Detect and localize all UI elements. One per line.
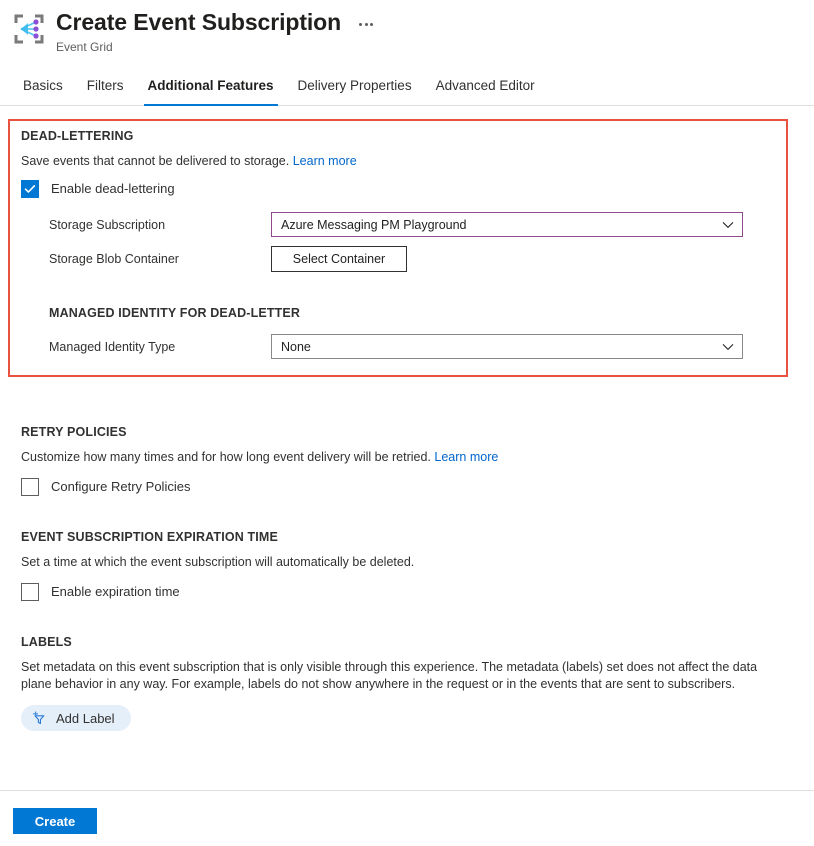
retry-policies-description-text: Customize how many times and for how lon… [21, 450, 431, 464]
page-title: Create Event Subscription [56, 9, 342, 35]
enable-expiration-time-checkbox[interactable] [21, 583, 39, 601]
enable-expiration-time-label: Enable expiration time [51, 584, 180, 599]
retry-policies-description: Customize how many times and for how lon… [21, 449, 781, 466]
managed-identity-title: MANAGED IDENTITY FOR DEAD-LETTER [49, 306, 301, 320]
more-menu-button[interactable] [355, 17, 377, 32]
tab-additional-features[interactable]: Additional Features [136, 71, 286, 106]
configure-retry-policies-checkbox[interactable] [21, 478, 39, 496]
labels-title: LABELS [21, 635, 72, 649]
tab-delivery-properties[interactable]: Delivery Properties [286, 71, 424, 105]
page-subtitle: Event Grid [56, 40, 113, 54]
add-filter-icon [33, 711, 45, 724]
storage-subscription-value: Azure Messaging PM Playground [281, 217, 467, 232]
ellipsis-dot [370, 22, 374, 26]
event-grid-icon [14, 14, 44, 44]
header-row: Create Event Subscription Event Grid [0, 8, 814, 55]
dead-lettering-section: DEAD-LETTERING Save events that cannot b… [0, 106, 814, 359]
tab-bar: Basics Filters Additional Features Deliv… [0, 71, 814, 106]
tab-filters[interactable]: Filters [75, 71, 136, 105]
footer-divider [0, 790, 814, 791]
enable-dead-lettering-label: Enable dead-lettering [51, 181, 175, 196]
add-label-button-text: Add Label [56, 710, 115, 726]
retry-policies-title: RETRY POLICIES [21, 425, 127, 439]
checkmark-icon [24, 185, 36, 193]
managed-identity-type-value: None [281, 339, 311, 354]
tab-advanced-editor[interactable]: Advanced Editor [424, 71, 547, 105]
labels-section: LABELS Set metadata on this event subscr… [0, 634, 814, 731]
enable-expiration-time-row[interactable]: Enable expiration time [21, 583, 180, 601]
tab-basics[interactable]: Basics [11, 71, 75, 105]
dead-lettering-title: DEAD-LETTERING [21, 129, 134, 143]
expiration-description: Set a time at which the event subscripti… [21, 555, 415, 569]
enable-dead-lettering-checkbox[interactable] [21, 180, 39, 198]
enable-dead-lettering-row[interactable]: Enable dead-lettering [21, 180, 175, 198]
ellipsis-dot [359, 22, 363, 26]
retry-policies-learn-more-link[interactable]: Learn more [434, 450, 498, 464]
storage-blob-container-label: Storage Blob Container [49, 252, 179, 266]
select-container-button[interactable]: Select Container [271, 246, 407, 272]
ellipsis-dot [364, 22, 368, 26]
create-button[interactable]: Create [13, 808, 97, 834]
expiration-section: EVENT SUBSCRIPTION EXPIRATION TIME Set a… [0, 529, 814, 601]
chevron-down-icon [722, 221, 734, 228]
expiration-title: EVENT SUBSCRIPTION EXPIRATION TIME [21, 530, 278, 544]
dead-lettering-description: Save events that cannot be delivered to … [21, 153, 781, 170]
configure-retry-policies-label: Configure Retry Policies [51, 479, 191, 494]
title-block: Create Event Subscription Event Grid [56, 8, 814, 55]
storage-blob-container-row: Storage Blob Container Select Container [21, 246, 814, 272]
add-label-button[interactable]: Add Label [21, 705, 131, 731]
configure-retry-policies-row[interactable]: Configure Retry Policies [21, 478, 190, 496]
managed-identity-type-row: Managed Identity Type None [21, 334, 814, 359]
storage-subscription-label: Storage Subscription [49, 217, 166, 232]
storage-subscription-row: Storage Subscription Azure Messaging PM … [21, 212, 814, 237]
dead-lettering-description-text: Save events that cannot be delivered to … [21, 154, 290, 168]
retry-policies-section: RETRY POLICIES Customize how many times … [0, 424, 814, 496]
page-header: Create Event Subscription Event Grid Bas… [0, 0, 814, 106]
chevron-down-icon [722, 343, 734, 350]
managed-identity-type-label: Managed Identity Type [49, 339, 176, 354]
storage-subscription-dropdown[interactable]: Azure Messaging PM Playground [271, 212, 743, 237]
managed-identity-type-dropdown[interactable]: None [271, 334, 743, 359]
labels-description: Set metadata on this event subscription … [21, 660, 758, 691]
form-body: DEAD-LETTERING Save events that cannot b… [0, 106, 814, 731]
dead-lettering-learn-more-link[interactable]: Learn more [293, 154, 357, 168]
